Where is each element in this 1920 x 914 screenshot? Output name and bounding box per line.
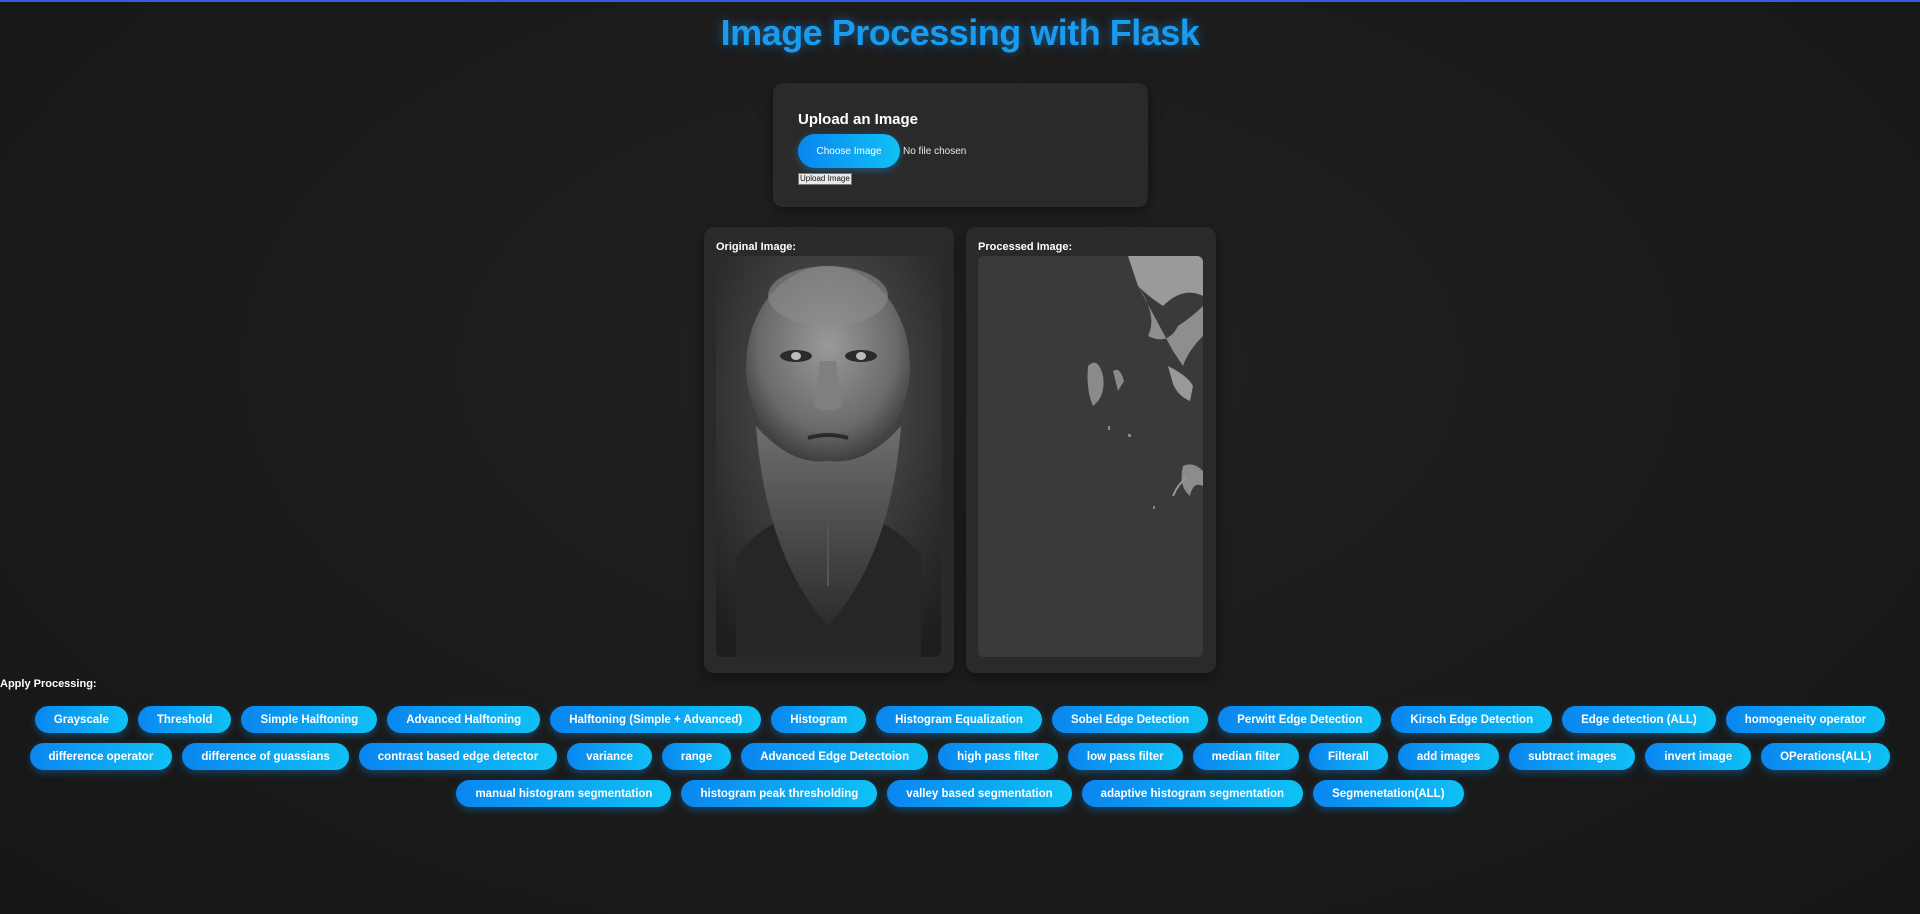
edge-detection-all-button[interactable]: Edge detection (ALL): [1562, 706, 1716, 733]
valley-segmentation-button[interactable]: valley based segmentation: [887, 780, 1072, 807]
contrast-edge-detector-button[interactable]: contrast based edge detector: [358, 743, 558, 770]
processing-row-2: difference operator difference of guassi…: [0, 743, 1920, 770]
original-image-card: Original Image:: [704, 227, 954, 673]
simple-halftoning-button[interactable]: Simple Halftoning: [241, 706, 378, 733]
difference-operator-button[interactable]: difference operator: [29, 743, 173, 770]
page-title: Image Processing with Flask: [720, 12, 1200, 53]
subtract-images-button[interactable]: subtract images: [1509, 743, 1636, 770]
histogram-equalization-button[interactable]: Histogram Equalization: [876, 706, 1042, 733]
processing-row-3: manual histogram segmentation histogram …: [0, 780, 1920, 807]
choose-image-button[interactable]: Choose Image: [798, 134, 900, 168]
threshold-button[interactable]: Threshold: [137, 706, 232, 733]
operations-all-button[interactable]: OPerations(ALL): [1761, 743, 1891, 770]
segmentation-all-button[interactable]: Segmenetation(ALL): [1313, 780, 1464, 807]
upload-image-button[interactable]: Upload Image: [798, 173, 852, 185]
processed-image-card: Processed Image:: [966, 227, 1216, 673]
upload-title: Upload an Image: [798, 111, 919, 128]
histogram-peak-thresholding-button[interactable]: histogram peak thresholding: [681, 780, 878, 807]
advanced-edge-detection-button[interactable]: Advanced Edge Detectoion: [741, 743, 929, 770]
apply-processing-label: Apply Processing:: [0, 678, 97, 690]
variance-button[interactable]: variance: [567, 743, 652, 770]
original-image: [716, 256, 941, 657]
file-status: No file chosen: [903, 145, 967, 157]
range-button[interactable]: range: [661, 743, 732, 770]
processed-image: [978, 256, 1203, 657]
add-images-button[interactable]: add images: [1397, 743, 1500, 770]
median-filter-button[interactable]: median filter: [1192, 743, 1299, 770]
file-input-row: Choose Image No file chosen: [798, 134, 1123, 168]
grayscale-button[interactable]: Grayscale: [34, 706, 128, 733]
invert-image-button[interactable]: invert image: [1645, 743, 1752, 770]
adaptive-histogram-segmentation-button[interactable]: adaptive histogram segmentation: [1081, 780, 1304, 807]
filter-all-button[interactable]: Filterall: [1308, 743, 1388, 770]
high-pass-filter-button[interactable]: high pass filter: [938, 743, 1058, 770]
low-pass-filter-button[interactable]: low pass filter: [1067, 743, 1183, 770]
halftoning-both-button[interactable]: Halftoning (Simple + Advanced): [550, 706, 762, 733]
perwitt-edge-button[interactable]: Perwitt Edge Detection: [1218, 706, 1382, 733]
original-image-label: Original Image:: [716, 241, 797, 253]
processing-row-1: Grayscale Threshold Simple Halftoning Ad…: [0, 706, 1920, 733]
kirsch-edge-button[interactable]: Kirsch Edge Detection: [1391, 706, 1553, 733]
top-border: [0, 0, 1920, 2]
sobel-edge-button[interactable]: Sobel Edge Detection: [1051, 706, 1209, 733]
difference-of-gaussians-button[interactable]: difference of guassians: [182, 743, 349, 770]
advanced-halftoning-button[interactable]: Advanced Halftoning: [387, 706, 541, 733]
upload-card: Upload an Image Choose Image No file cho…: [773, 83, 1148, 207]
histogram-button[interactable]: Histogram: [771, 706, 867, 733]
processed-image-label: Processed Image:: [978, 241, 1073, 253]
manual-histogram-segmentation-button[interactable]: manual histogram segmentation: [456, 780, 672, 807]
homogeneity-operator-button[interactable]: homogeneity operator: [1725, 706, 1886, 733]
